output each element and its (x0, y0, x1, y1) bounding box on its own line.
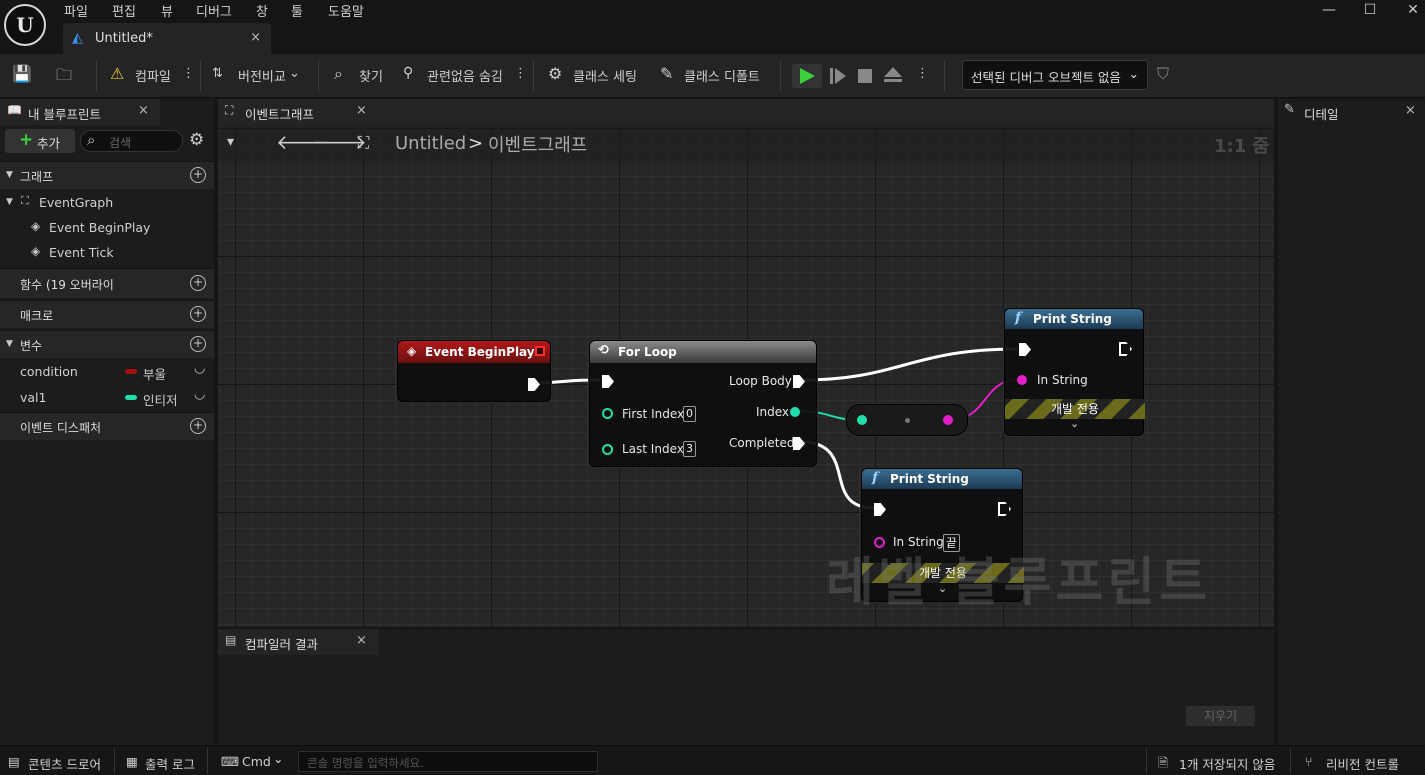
node-title: Print String (1033, 312, 1112, 326)
index-pin[interactable] (790, 407, 800, 417)
exec-out-pin[interactable] (1119, 342, 1132, 356)
compiler-icon: ▤ (225, 633, 237, 647)
exec-out-pin[interactable] (998, 502, 1011, 516)
node-header: ◈ Event BeginPlay (398, 341, 550, 363)
status-separator (207, 748, 208, 774)
conversion-icon (905, 418, 910, 423)
string-out-pin[interactable] (943, 415, 953, 425)
chevron-down-icon[interactable]: ⌄ (273, 751, 283, 766)
pin-label: Completed (729, 436, 795, 450)
loop-icon: ⟲ (598, 343, 609, 358)
tab-compiler-label: 컴파일러 결과 (245, 637, 318, 652)
details-panel: ✎ 디테일 × (1278, 99, 1425, 745)
first-index-pin[interactable] (602, 408, 613, 419)
function-icon: f (872, 470, 879, 486)
pin-label: Loop Body (729, 374, 792, 388)
pencil-icon: ✎ (1284, 102, 1295, 117)
node-event-beginplay[interactable]: ◈ Event BeginPlay (397, 340, 551, 402)
pin-label: Last Index (622, 442, 684, 456)
exec-in-pin[interactable] (874, 503, 886, 516)
node-title: Print String (890, 472, 969, 486)
function-icon: f (1015, 310, 1022, 326)
last-index-pin[interactable] (602, 444, 613, 455)
int-in-pin[interactable] (857, 415, 867, 425)
revision-control-icon: ⑂ (1305, 754, 1313, 769)
node-title: For Loop (618, 345, 677, 359)
first-index-input[interactable]: 0 (683, 406, 696, 422)
pin-label: Index (756, 405, 790, 419)
pin-label: First Index (622, 407, 685, 421)
node-title: Event BeginPlay (425, 345, 535, 359)
content-drawer-icon: ▤ (8, 754, 20, 769)
chevron-down-icon[interactable]: ⌄ (1070, 417, 1079, 430)
tab-details[interactable]: ✎ 디테일 × (1278, 99, 1425, 125)
loop-body-pin[interactable] (793, 375, 805, 388)
blueprint-watermark: 레벨 블루프린트 (826, 553, 1211, 613)
event-icon: ◈ (407, 344, 417, 358)
node-header: f Print String (862, 469, 1022, 489)
status-separator (1290, 748, 1291, 774)
terminal-icon: ⌨ (221, 754, 240, 769)
tab-details-label: 디테일 (1304, 107, 1339, 122)
node-for-loop[interactable]: ⟲ For Loop Loop Body First Index 0 Index… (589, 340, 817, 467)
exec-in-pin[interactable] (602, 375, 614, 388)
console-input[interactable]: 콘솔 명령을 입력하세요. (298, 751, 598, 772)
unsaved-button[interactable]: 1개 저장되지 않음 (1179, 754, 1275, 773)
console-placeholder: 콘솔 명령을 입력하세요. (307, 756, 424, 770)
pin-label: In String (1037, 373, 1088, 387)
node-header: ⟲ For Loop (590, 341, 816, 363)
development-only-banner: 개발 전용 (1005, 399, 1145, 419)
status-separator (1146, 748, 1147, 774)
compiler-results-panel: ▤ 컴파일러 결과 × 지우기 (218, 629, 1274, 745)
output-log-button[interactable]: 출력 로그 (145, 754, 195, 773)
node-print-string-1[interactable]: f Print String In String 개발 전용 ⌄ (1004, 308, 1145, 436)
node-header: f Print String (1005, 309, 1143, 329)
exec-wire (800, 347, 1019, 382)
revision-control-button[interactable]: 리비전 컨트롤 (1326, 754, 1399, 773)
node-conversion[interactable] (846, 404, 968, 436)
exec-in-pin[interactable] (1019, 343, 1031, 356)
status-separator (114, 748, 115, 774)
cmd-select[interactable]: Cmd (242, 754, 271, 769)
tab-compiler-results[interactable]: ▤ 컴파일러 결과 × (218, 629, 378, 655)
output-log-icon: ▦ (126, 754, 138, 769)
content-drawer-button[interactable]: 콘텐츠 드로어 (28, 754, 101, 773)
close-tab-icon[interactable]: × (1405, 103, 1416, 118)
status-bar: ▤ 콘텐츠 드로어 ▦ 출력 로그 ⌨ Cmd ⌄ 콘솔 명령을 입력하세요. … (0, 745, 1425, 775)
close-tab-icon[interactable]: × (356, 633, 367, 648)
completed-pin[interactable] (793, 437, 805, 450)
clear-button[interactable]: 지우기 (1186, 706, 1255, 726)
exec-out-pin[interactable] (528, 378, 540, 391)
delegate-pin-icon[interactable] (535, 346, 545, 356)
unsaved-icon: 🗎 (1158, 755, 1169, 770)
in-string-pin[interactable] (1017, 375, 1027, 385)
last-index-input[interactable]: 3 (683, 441, 696, 457)
